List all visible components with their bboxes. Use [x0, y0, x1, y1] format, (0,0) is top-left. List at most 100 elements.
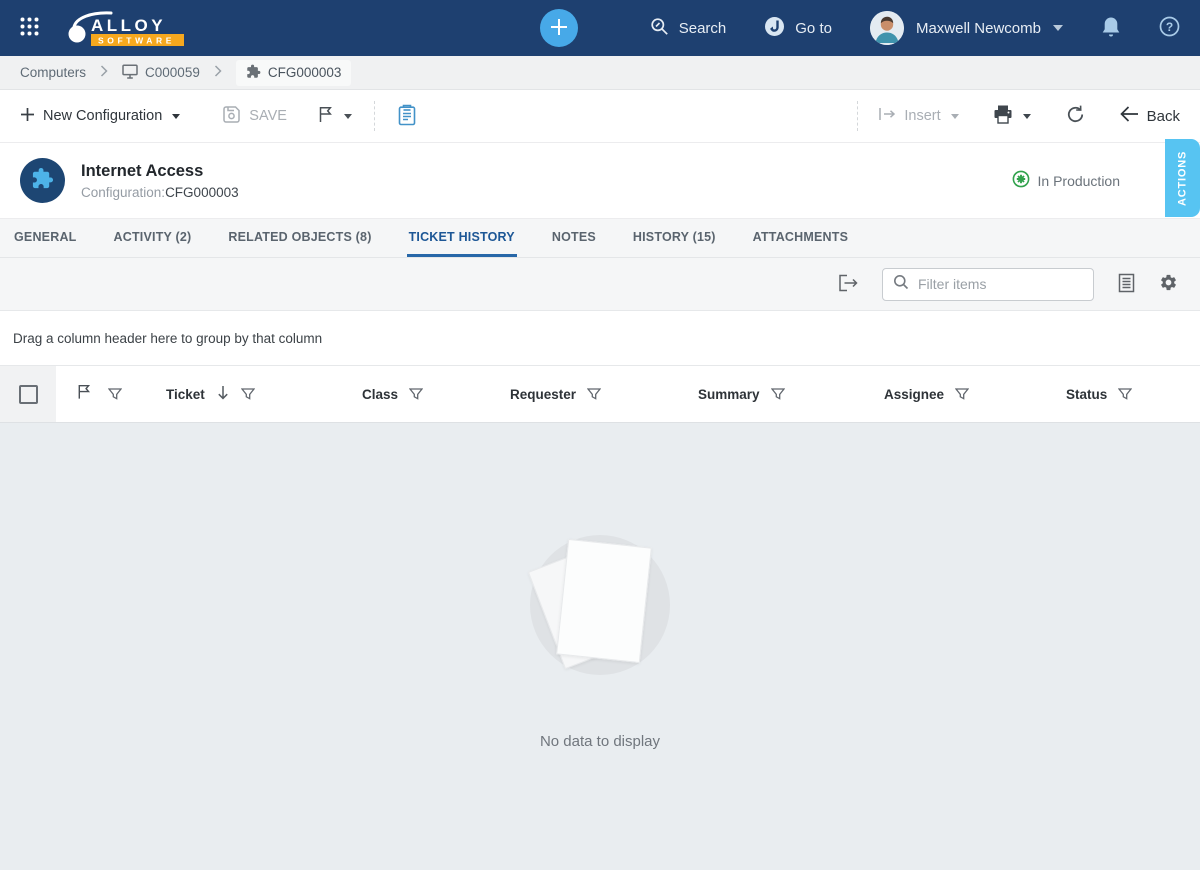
- column-header-status[interactable]: Status: [1048, 366, 1200, 422]
- flag-menu-button[interactable]: [317, 106, 352, 127]
- tab-history[interactable]: HISTORY (15): [631, 219, 718, 257]
- select-all-cell: [0, 366, 56, 422]
- tab-related-objects[interactable]: RELATED OBJECTS (8): [226, 219, 373, 257]
- sort-down-icon: [216, 385, 230, 403]
- chevron-down-icon: [344, 114, 352, 119]
- column-header-requester[interactable]: Requester: [492, 366, 680, 422]
- insert-button[interactable]: Insert: [878, 107, 958, 125]
- new-configuration-label: New Configuration: [43, 108, 162, 124]
- column-label: Requester: [510, 387, 576, 402]
- view-layout-button[interactable]: [1118, 273, 1135, 296]
- chevron-down-icon: [1053, 25, 1063, 31]
- back-label: Back: [1147, 108, 1180, 125]
- column-label: Summary: [698, 387, 760, 402]
- help-icon: ?: [1159, 16, 1180, 40]
- column-label: Ticket: [166, 387, 205, 402]
- flag-icon: [76, 384, 92, 405]
- tab-attachments[interactable]: ATTACHMENTS: [751, 219, 850, 257]
- toolbar-divider: [374, 101, 375, 131]
- chevron-right-icon: [100, 65, 108, 80]
- column-label: Status: [1066, 387, 1107, 402]
- empty-state-message: No data to display: [540, 733, 660, 750]
- alloy-logo[interactable]: ALLOY SOFTWARE: [67, 10, 185, 47]
- app-launcher-button[interactable]: [20, 17, 39, 39]
- notifications-button[interactable]: [1101, 16, 1121, 41]
- insert-label: Insert: [904, 108, 940, 124]
- grid-toolbar: [0, 258, 1200, 311]
- create-new-button[interactable]: [540, 9, 578, 47]
- search-label: Search: [679, 20, 727, 37]
- flag-column-header[interactable]: [56, 366, 148, 422]
- svg-text:SOFTWARE: SOFTWARE: [98, 35, 175, 45]
- status-label: In Production: [1038, 173, 1121, 189]
- breadcrumb-computers-label: Computers: [20, 65, 86, 80]
- select-all-checkbox[interactable]: [19, 385, 38, 404]
- grid-settings-button[interactable]: [1159, 273, 1178, 295]
- puzzle-icon: [31, 167, 54, 195]
- record-subtitle: Configuration:CFG000003: [81, 185, 239, 200]
- search-icon: [650, 17, 669, 40]
- record-id-label: Configuration:: [81, 185, 165, 200]
- toolbar: New Configuration SAVE: [0, 90, 1200, 143]
- column-header-assignee[interactable]: Assignee: [866, 366, 1048, 422]
- paste-clipboard-button[interactable]: [397, 104, 417, 129]
- status-badge: In Production: [1012, 170, 1121, 191]
- breadcrumb-computer[interactable]: C000059: [122, 64, 200, 82]
- svg-text:?: ?: [1166, 20, 1173, 34]
- page-title: Internet Access: [81, 162, 239, 181]
- top-navbar: ALLOY SOFTWARE Search: [0, 0, 1200, 56]
- filter-funnel-icon[interactable]: [409, 388, 423, 401]
- export-icon: [837, 274, 858, 295]
- breadcrumb-config-chip[interactable]: CFG000003: [236, 60, 352, 86]
- apps-grid-icon: [20, 17, 39, 39]
- empty-state-illustration: [530, 535, 670, 675]
- save-button[interactable]: SAVE: [222, 105, 287, 128]
- insert-arrow-icon: [878, 107, 896, 125]
- printer-icon: [993, 105, 1013, 128]
- back-button[interactable]: Back: [1120, 106, 1180, 126]
- group-by-dropzone[interactable]: Drag a column header here to group by th…: [0, 311, 1200, 366]
- help-button[interactable]: ?: [1159, 16, 1180, 40]
- tab-activity[interactable]: ACTIVITY (2): [112, 219, 194, 257]
- filter-funnel-icon[interactable]: [587, 388, 601, 401]
- export-button[interactable]: [837, 274, 858, 295]
- column-header-class[interactable]: Class: [344, 366, 492, 422]
- chevron-down-icon: [172, 114, 180, 119]
- save-floppy-icon: [222, 105, 241, 128]
- record-header: Internet Access Configuration:CFG000003 …: [0, 143, 1200, 218]
- plus-icon: [550, 18, 568, 39]
- chevron-down-icon: [1023, 114, 1031, 119]
- tab-notes[interactable]: NOTES: [550, 219, 598, 257]
- configuration-avatar: [20, 158, 65, 203]
- filter-funnel-icon[interactable]: [108, 388, 122, 401]
- filter-input[interactable]: [918, 276, 1083, 292]
- breadcrumb-computer-label: C000059: [145, 65, 200, 80]
- column-header-summary[interactable]: Summary: [680, 366, 866, 422]
- filter-funnel-icon[interactable]: [955, 388, 969, 401]
- filter-funnel-icon[interactable]: [771, 388, 785, 401]
- monitor-icon: [122, 64, 138, 82]
- avatar: [870, 11, 904, 45]
- filter-funnel-icon[interactable]: [1118, 388, 1132, 401]
- filter-funnel-icon[interactable]: [241, 388, 255, 401]
- refresh-button[interactable]: [1065, 104, 1086, 128]
- tab-general[interactable]: GENERAL: [12, 219, 79, 257]
- bell-icon: [1101, 16, 1121, 41]
- back-arrow-icon: [1120, 106, 1139, 126]
- flag-icon: [317, 106, 334, 127]
- print-button[interactable]: [993, 105, 1031, 128]
- toolbar-divider: [857, 101, 858, 131]
- breadcrumb-computers[interactable]: Computers: [20, 65, 86, 80]
- gear-circle-icon: [1012, 170, 1030, 191]
- actions-panel-tab[interactable]: ACTIONS: [1165, 139, 1200, 217]
- tab-ticket-history[interactable]: TICKET HISTORY: [407, 219, 517, 257]
- save-label: SAVE: [249, 108, 287, 124]
- global-search-button[interactable]: Search: [650, 17, 727, 40]
- user-name: Maxwell Newcomb: [916, 20, 1041, 37]
- breadcrumb-config-label: CFG000003: [268, 65, 342, 80]
- new-configuration-button[interactable]: New Configuration: [20, 107, 180, 126]
- search-icon: [893, 274, 909, 295]
- goto-button[interactable]: Go to: [764, 16, 832, 41]
- column-header-ticket[interactable]: Ticket: [148, 366, 344, 422]
- user-menu[interactable]: Maxwell Newcomb: [870, 11, 1063, 45]
